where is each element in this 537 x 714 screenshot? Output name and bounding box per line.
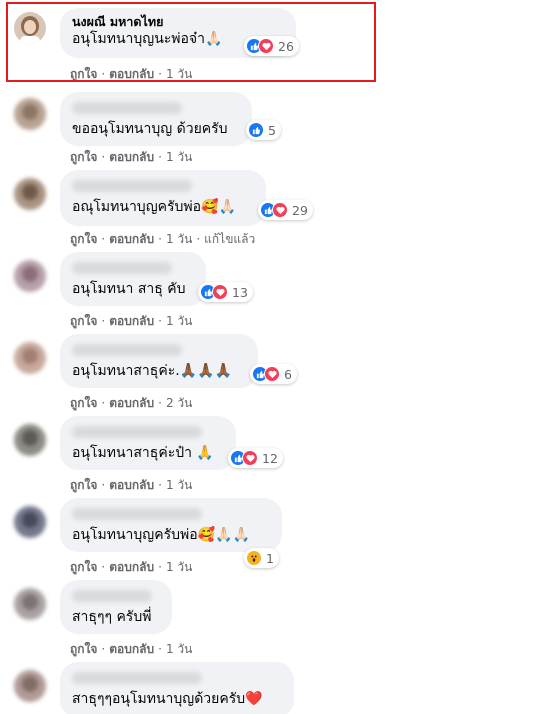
- avatar[interactable]: [14, 98, 46, 130]
- comment-timestamp[interactable]: 1 วัน: [166, 558, 192, 577]
- commenter-name-redacted: [72, 102, 182, 114]
- reaction-summary[interactable]: 6: [250, 364, 297, 384]
- avatar[interactable]: [14, 506, 46, 538]
- reaction-count: 13: [232, 284, 248, 300]
- comment-timestamp[interactable]: 1 วัน: [166, 148, 192, 167]
- like-link[interactable]: ถูกใจ: [70, 476, 97, 495]
- comment-actions: ถูกใจ · ตอบกลับ · 1 วัน: [70, 640, 192, 659]
- reply-link[interactable]: ตอบกลับ: [109, 230, 154, 249]
- reaction-count: 29: [292, 202, 308, 218]
- commenter-name-redacted: [72, 590, 152, 602]
- reaction-summary[interactable]: 13: [198, 282, 253, 302]
- reaction-count: 6: [284, 366, 292, 382]
- edited-label[interactable]: แก้ไขแล้ว: [204, 230, 255, 249]
- reply-link[interactable]: ตอบกลับ: [109, 640, 154, 659]
- commenter-name-redacted: [72, 344, 182, 356]
- reaction-count: 5: [268, 122, 276, 138]
- commenter-name-redacted: [72, 672, 202, 684]
- comment-timestamp[interactable]: 1 วัน: [166, 312, 192, 331]
- like-link[interactable]: ถูกใจ: [70, 148, 97, 167]
- comment-text: อนุโมทนาสาธุค่ะป๋า 🙏: [72, 445, 214, 461]
- love-icon: [242, 450, 258, 466]
- avatar[interactable]: [14, 260, 46, 292]
- like-link[interactable]: ถูกใจ: [70, 640, 97, 659]
- wow-icon: [246, 550, 262, 566]
- love-icon: [272, 202, 288, 218]
- avatar[interactable]: [14, 588, 46, 620]
- love-icon: [212, 284, 228, 300]
- avatar[interactable]: [14, 178, 46, 210]
- comment-actions: ถูกใจ · ตอบกลับ · 1 วัน: [70, 558, 192, 577]
- reply-link[interactable]: ตอบกลับ: [109, 476, 154, 495]
- comment-thread: นงผณี มหาดไทย อนุโมทนาบุญนะพ่อจ๋า🙏🏻 26 ถ…: [0, 0, 537, 714]
- comment-bubble: อณุโมทนาบุญครับพ่อ🥰🙏🏻: [60, 170, 266, 226]
- love-icon: [264, 366, 280, 382]
- highlight-box: [6, 2, 376, 82]
- reaction-count: 12: [262, 450, 278, 466]
- comment-bubble: อนุโมทนา สาธุ คับ: [60, 252, 206, 306]
- comment-text: สาธุๆๆ ครับพี่: [72, 609, 152, 625]
- comment-timestamp[interactable]: 1 วัน: [166, 476, 192, 495]
- comment-bubble: อนุโมทนาบุญครับพ่อ🥰🙏🏻🙏🏻: [60, 498, 282, 552]
- comment-actions: ถูกใจ · ตอบกลับ · 1 วัน: [70, 312, 192, 331]
- avatar[interactable]: [14, 670, 46, 702]
- comment-text: อณุโมทนาบุญครับพ่อ🥰🙏🏻: [72, 199, 236, 215]
- comment-actions: ถูกใจ · ตอบกลับ · 1 วัน · แก้ไขแล้ว: [70, 230, 255, 249]
- reaction-summary[interactable]: 5: [246, 120, 281, 140]
- commenter-name-redacted: [72, 508, 202, 520]
- comment-text: ขออนุโมทนาบุญ ด้วยครับ: [72, 121, 228, 137]
- commenter-name-redacted: [72, 180, 192, 192]
- comment-bubble: อนุโมทนาสาธุค่ะ.🙏🏾🙏🏾🙏🏾: [60, 334, 258, 388]
- comment-text: อนุโมทนา สาธุ คับ: [72, 281, 186, 297]
- reply-link[interactable]: ตอบกลับ: [109, 148, 154, 167]
- comment-timestamp[interactable]: 1 วัน: [166, 640, 192, 659]
- comment-actions: ถูกใจ · ตอบกลับ · 2 วัน: [70, 394, 192, 413]
- commenter-name-redacted: [72, 426, 202, 438]
- like-link[interactable]: ถูกใจ: [70, 312, 97, 331]
- comment-bubble: ขออนุโมทนาบุญ ด้วยครับ: [60, 92, 252, 146]
- like-link[interactable]: ถูกใจ: [70, 558, 97, 577]
- like-link[interactable]: ถูกใจ: [70, 394, 97, 413]
- comment-text: อนุโมทนาบุญครับพ่อ🥰🙏🏻🙏🏻: [72, 527, 250, 543]
- comment-bubble: อนุโมทนาสาธุค่ะป๋า 🙏: [60, 416, 236, 470]
- commenter-name-redacted: [72, 262, 172, 274]
- avatar[interactable]: [14, 342, 46, 374]
- reaction-summary[interactable]: 29: [258, 200, 313, 220]
- comment-text: อนุโมทนาสาธุค่ะ.🙏🏾🙏🏾🙏🏾: [72, 363, 232, 379]
- like-icon: [248, 122, 264, 138]
- comment-actions: ถูกใจ · ตอบกลับ · 1 วัน: [70, 148, 192, 167]
- reaction-count: 1: [266, 550, 274, 566]
- comment-timestamp[interactable]: 1 วัน: [166, 230, 192, 249]
- reaction-summary[interactable]: 1: [244, 548, 279, 568]
- comment-timestamp[interactable]: 2 วัน: [166, 394, 192, 413]
- reaction-summary[interactable]: 12: [228, 448, 283, 468]
- comment-text: สาธุๆๆอนุโมทนาบุญด้วยครับ❤️: [72, 691, 263, 707]
- reply-link[interactable]: ตอบกลับ: [109, 312, 154, 331]
- reply-link[interactable]: ตอบกลับ: [109, 558, 154, 577]
- comment-actions: ถูกใจ · ตอบกลับ · 1 วัน: [70, 476, 192, 495]
- like-link[interactable]: ถูกใจ: [70, 230, 97, 249]
- reply-link[interactable]: ตอบกลับ: [109, 394, 154, 413]
- comment-bubble: สาธุๆๆ ครับพี่: [60, 580, 172, 634]
- comment-bubble: สาธุๆๆอนุโมทนาบุญด้วยครับ❤️: [60, 662, 294, 714]
- avatar[interactable]: [14, 424, 46, 456]
